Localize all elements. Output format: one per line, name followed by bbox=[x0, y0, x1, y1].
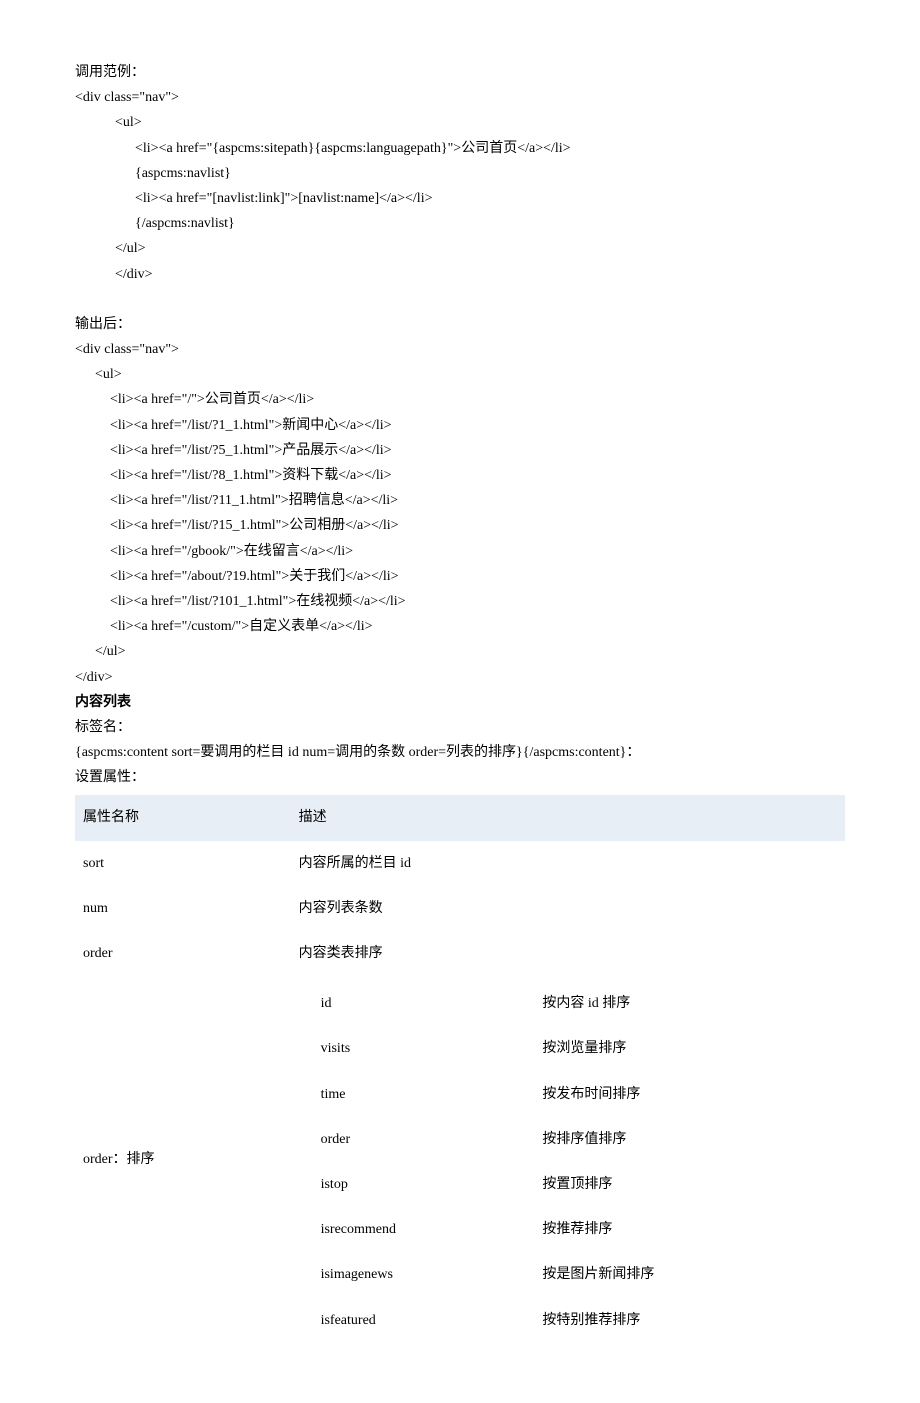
code-line: <li><a href="/list/?1_1.html">新闻中心</a></… bbox=[75, 413, 845, 438]
code-line: <li><a href="[navlist:link]">[navlist:na… bbox=[75, 186, 845, 211]
example-title: 调用范例： bbox=[75, 60, 845, 85]
code-line: <li><a href="/about/?19.html">关于我们</a></… bbox=[75, 564, 845, 589]
sub-row: istop 按置顶排序 bbox=[291, 1162, 845, 1207]
header-col2: 描述 bbox=[291, 795, 845, 840]
code-line: <li><a href="/list/?5_1.html">产品展示</a></… bbox=[75, 438, 845, 463]
sub-row: isfeatured 按特别推荐排序 bbox=[291, 1298, 845, 1343]
content-list-section: 内容列表 标签名： {aspcms:content sort=要调用的栏目 id… bbox=[75, 690, 845, 791]
code-line: </ul> bbox=[75, 639, 845, 664]
order-desc: 按内容 id 排序 bbox=[512, 981, 845, 1026]
order-key: isimagenews bbox=[291, 1252, 513, 1297]
order-key: isfeatured bbox=[291, 1298, 513, 1343]
sub-row: id 按内容 id 排序 bbox=[291, 981, 845, 1026]
attributes-table: 属性名称 描述 sort 内容所属的栏目 id num 内容列表条数 order… bbox=[75, 795, 845, 1342]
code-line: </ul> bbox=[75, 236, 845, 261]
code-line: <ul> bbox=[75, 110, 845, 135]
table-row: num 内容列表条数 bbox=[75, 886, 845, 931]
sub-row: order 按排序值排序 bbox=[291, 1117, 845, 1162]
tag-content: {aspcms:content sort=要调用的栏目 id num=调用的条数… bbox=[75, 740, 845, 765]
order-sub-table: id 按内容 id 排序 visits 按浏览量排序 time 按发布时间排序 … bbox=[291, 981, 845, 1343]
code-line: </div> bbox=[75, 262, 845, 287]
attr-name: sort bbox=[75, 841, 291, 886]
table-row: sort 内容所属的栏目 id bbox=[75, 841, 845, 886]
sub-row: isimagenews 按是图片新闻排序 bbox=[291, 1252, 845, 1297]
order-desc: 按特别推荐排序 bbox=[512, 1298, 845, 1343]
code-line: {aspcms:navlist} bbox=[75, 161, 845, 186]
code-line: <li><a href="/list/?8_1.html">资料下载</a></… bbox=[75, 463, 845, 488]
code-line: <li><a href="/custom/">自定义表单</a></li> bbox=[75, 614, 845, 639]
order-desc: 按是图片新闻排序 bbox=[512, 1252, 845, 1297]
code-line: <li><a href="/list/?15_1.html">公司相册</a><… bbox=[75, 513, 845, 538]
code-line: <div class="nav"> bbox=[75, 85, 845, 110]
code-line: <li><a href="/list/?101_1.html">在线视频</a>… bbox=[75, 589, 845, 614]
attr-desc: 内容列表条数 bbox=[291, 886, 845, 931]
sub-row: visits 按浏览量排序 bbox=[291, 1026, 845, 1071]
attr-name: num bbox=[75, 886, 291, 931]
code-line: </div> bbox=[75, 665, 845, 690]
sub-row: isrecommend 按推荐排序 bbox=[291, 1207, 845, 1252]
order-desc: 按推荐排序 bbox=[512, 1207, 845, 1252]
code-line: <div class="nav"> bbox=[75, 337, 845, 362]
order-values-cell: id 按内容 id 排序 visits 按浏览量排序 time 按发布时间排序 … bbox=[291, 976, 845, 1343]
attr-name: order bbox=[75, 931, 291, 976]
order-desc: 按发布时间排序 bbox=[512, 1072, 845, 1117]
output-section: 输出后： <div class="nav"> <ul> <li><a href=… bbox=[75, 312, 845, 690]
tag-label: 标签名： bbox=[75, 715, 845, 740]
code-line: {/aspcms:navlist} bbox=[75, 211, 845, 236]
example-section: 调用范例： <div class="nav"> <ul> <li><a href… bbox=[75, 60, 845, 287]
order-key: order bbox=[291, 1117, 513, 1162]
order-desc: 按排序值排序 bbox=[512, 1117, 845, 1162]
order-key: time bbox=[291, 1072, 513, 1117]
attr-desc: 内容所属的栏目 id bbox=[291, 841, 845, 886]
sub-row: time 按发布时间排序 bbox=[291, 1072, 845, 1117]
order-key: id bbox=[291, 981, 513, 1026]
table-row: order 内容类表排序 bbox=[75, 931, 845, 976]
order-key: istop bbox=[291, 1162, 513, 1207]
code-line: <li><a href="{aspcms:sitepath}{aspcms:la… bbox=[75, 136, 845, 161]
table-row-order: order：排序 id 按内容 id 排序 visits 按浏览量排序 time… bbox=[75, 976, 845, 1343]
order-label: order：排序 bbox=[75, 976, 291, 1343]
table-header-row: 属性名称 描述 bbox=[75, 795, 845, 840]
header-col1: 属性名称 bbox=[75, 795, 291, 840]
code-line: <li><a href="/">公司首页</a></li> bbox=[75, 387, 845, 412]
output-title: 输出后： bbox=[75, 312, 845, 337]
code-line: <li><a href="/list/?11_1.html">招聘信息</a><… bbox=[75, 488, 845, 513]
code-line: <li><a href="/gbook/">在线留言</a></li> bbox=[75, 539, 845, 564]
order-desc: 按浏览量排序 bbox=[512, 1026, 845, 1071]
order-key: visits bbox=[291, 1026, 513, 1071]
order-key: isrecommend bbox=[291, 1207, 513, 1252]
attr-desc: 内容类表排序 bbox=[291, 931, 845, 976]
order-desc: 按置顶排序 bbox=[512, 1162, 845, 1207]
code-line: <ul> bbox=[75, 362, 845, 387]
section-heading: 内容列表 bbox=[75, 690, 845, 715]
attr-label: 设置属性： bbox=[75, 765, 845, 790]
